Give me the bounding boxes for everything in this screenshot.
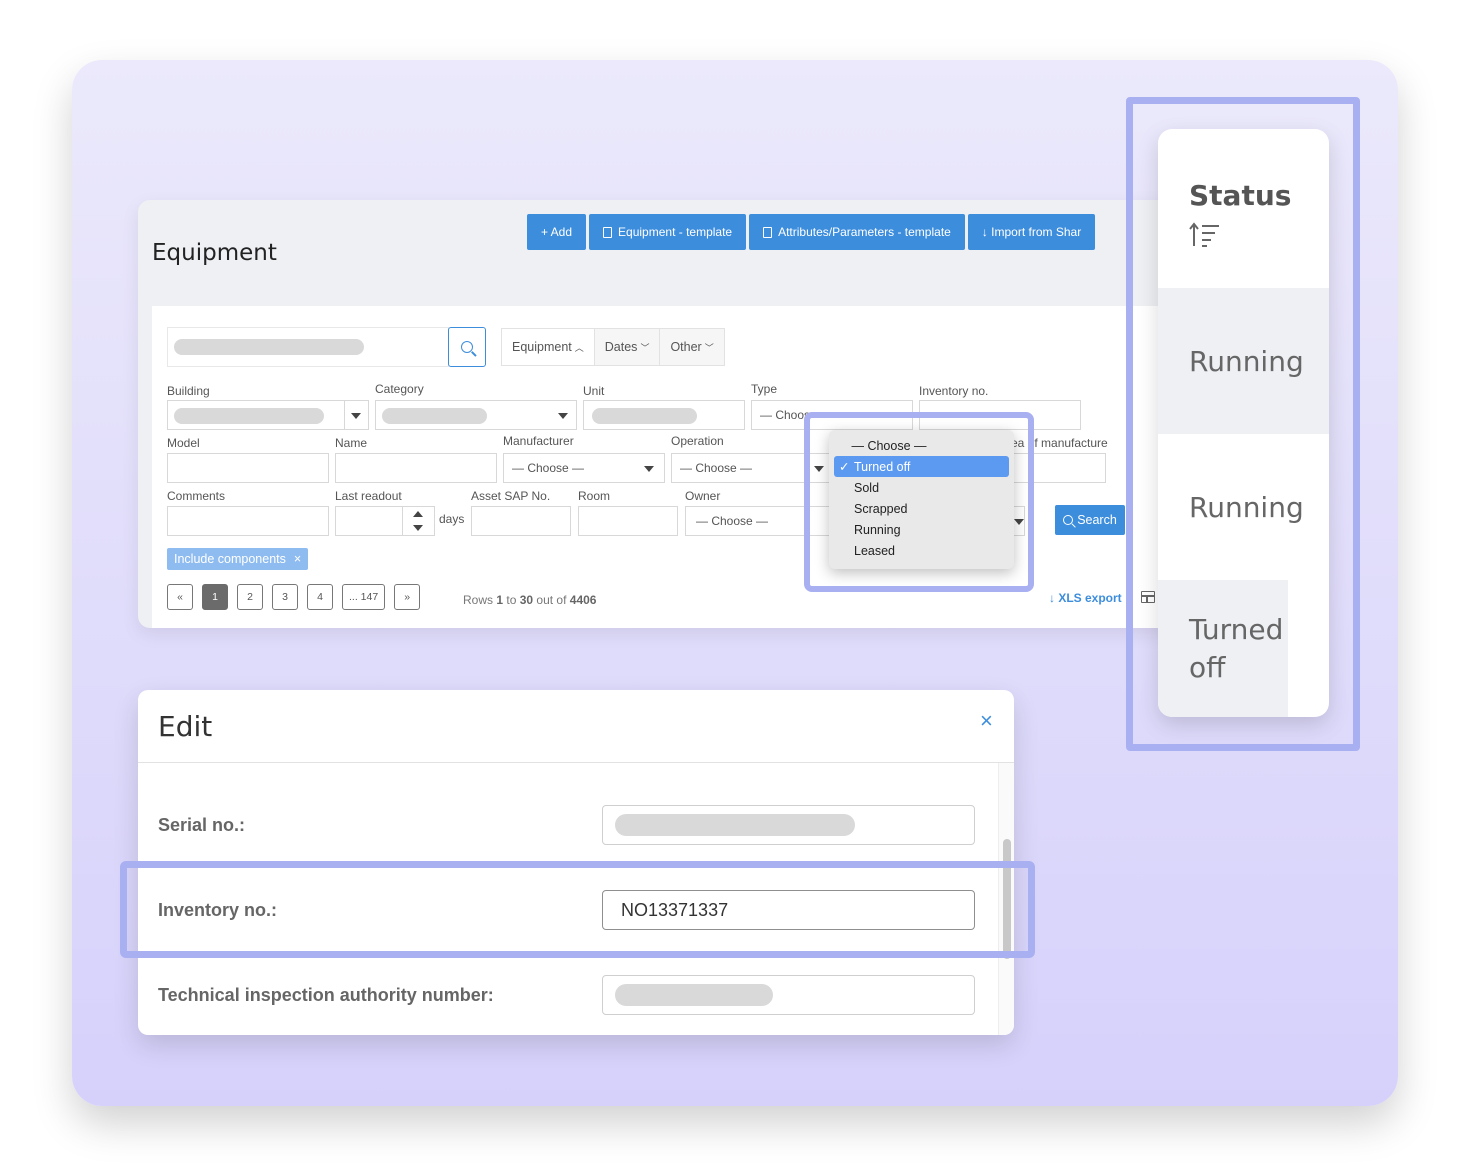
placeholder-bar (382, 408, 487, 424)
attributes-template-button[interactable]: Attributes/Parameters - template (749, 214, 965, 250)
document-icon (763, 226, 773, 238)
caret-down-icon (351, 413, 361, 419)
status-title: Status (1189, 179, 1292, 212)
divider (344, 401, 345, 429)
search-icon (1063, 515, 1074, 525)
page-1[interactable]: 1 (202, 584, 228, 610)
owner-label: Owner (685, 489, 721, 503)
add-button[interactable]: + Add (527, 214, 587, 250)
status-cell: Turned off (1158, 580, 1288, 717)
pagination: « 1 2 3 4 ... 147 » (167, 584, 421, 610)
building-label: Building (167, 384, 210, 398)
checkmark-icon: ✓ (839, 460, 850, 474)
equipment-template-button[interactable]: Equipment - template (589, 214, 747, 250)
filter-tabs: Equipment ︿ Dates ﹀ Other ﹀ (501, 328, 725, 366)
tab-other[interactable]: Other ﹀ (660, 329, 724, 365)
placeholder-bar (592, 408, 697, 424)
name-label: Name (335, 436, 368, 450)
operation-dropdown: — Choose — ✓ Turned off Sold Scrapped Run… (829, 430, 1014, 569)
chevron-up-icon: ︿ (574, 342, 584, 353)
search-icon (461, 341, 473, 353)
document-icon (603, 226, 613, 238)
caret-down-icon (644, 466, 654, 472)
page-next[interactable]: » (394, 584, 421, 610)
chevron-down-icon: ﹀ (640, 342, 650, 353)
import-button[interactable]: ↓ Import from Shar (967, 214, 1096, 250)
equipment-panel: Equipment + Add Equipment - template Att… (138, 200, 1198, 628)
unit-label: Unit (583, 384, 605, 398)
model-input[interactable] (167, 453, 329, 483)
stepper-up-icon[interactable] (413, 511, 423, 517)
showcase-card: Equipment + Add Equipment - template Att… (72, 60, 1398, 1106)
page-first[interactable]: « (167, 584, 193, 610)
room-label: Room (578, 489, 611, 503)
page-last-number[interactable]: ... 147 (342, 584, 386, 610)
unit-input[interactable] (583, 400, 745, 430)
name-input[interactable] (335, 453, 497, 483)
page-title: Equipment (152, 240, 277, 266)
divider (402, 507, 403, 535)
page-3[interactable]: 3 (272, 584, 298, 610)
dropdown-option-scrapped[interactable]: Scrapped (829, 498, 1014, 519)
dropdown-option-sold[interactable]: Sold (829, 477, 1014, 498)
status-column: Status Running Running Turned off (1158, 129, 1329, 717)
close-icon[interactable]: × (980, 708, 993, 734)
chevron-down-icon: ﹀ (704, 342, 714, 353)
inventory-no-label: Inventory no. (919, 384, 989, 398)
asset-sap-input[interactable] (471, 506, 571, 536)
last-readout-input[interactable] (335, 506, 435, 536)
placeholder-bar (615, 814, 855, 836)
category-label: Category (375, 382, 424, 396)
dropdown-option-leased[interactable]: Leased (829, 540, 1014, 561)
stepper-down-icon[interactable] (413, 525, 423, 531)
divider (138, 762, 1014, 763)
sort-ascending-icon[interactable] (1189, 222, 1221, 248)
serial-no-input[interactable] (602, 805, 975, 845)
xls-export-link[interactable]: ↓ XLS export (1049, 591, 1122, 605)
dropdown-option-choose[interactable]: — Choose — (829, 435, 949, 456)
placeholder-bar (174, 408, 324, 424)
include-components-tag[interactable]: Include components × (167, 548, 309, 570)
inventory-highlight (120, 861, 1035, 958)
placeholder-bar (615, 984, 773, 1006)
modal-title: Edit (158, 710, 213, 743)
rows-info: Rows 1 to 30 out of 4406 (463, 593, 597, 607)
building-select[interactable] (167, 400, 369, 430)
comments-label: Comments (167, 489, 226, 503)
tia-number-label: Technical inspection authority number: (158, 985, 494, 1005)
toolbar: + Add Equipment - template Attributes/Pa… (527, 214, 1096, 250)
type-label: Type (751, 382, 778, 396)
dropdown-option-running[interactable]: Running (829, 519, 1014, 540)
status-cell: Running (1158, 434, 1329, 580)
model-label: Model (167, 436, 200, 450)
close-icon[interactable]: × (294, 552, 301, 566)
manufacturer-select[interactable]: — Choose — (503, 453, 665, 483)
serial-no-label: Serial no.: (158, 815, 246, 835)
comments-input[interactable] (167, 506, 329, 536)
manufacturer-label: Manufacturer (503, 434, 574, 448)
filters-area: Equipment ︿ Dates ﹀ Other ﹀ Building Catego… (152, 306, 1198, 628)
caret-down-icon (558, 413, 568, 419)
category-select[interactable] (375, 400, 577, 430)
page-4[interactable]: 4 (307, 584, 333, 610)
tia-number-input[interactable] (602, 975, 975, 1015)
search-button[interactable]: Search (1055, 505, 1125, 535)
tab-equipment[interactable]: Equipment ︿ (502, 329, 595, 365)
asset-sap-label: Asset SAP No. (471, 489, 551, 503)
page-2[interactable]: 2 (237, 584, 263, 610)
placeholder-bar (174, 339, 364, 355)
search-icon-button[interactable] (448, 327, 486, 367)
dropdown-option-turned-off[interactable]: ✓ Turned off (834, 456, 1009, 477)
tab-dates[interactable]: Dates ﹀ (594, 329, 661, 365)
search-input[interactable] (167, 327, 449, 367)
days-label: days (439, 512, 465, 526)
status-cell: Running (1158, 288, 1329, 434)
room-input[interactable] (578, 506, 678, 536)
last-readout-label: Last readout (335, 489, 402, 503)
status-header[interactable]: Status (1158, 129, 1329, 288)
operation-label: Operation (671, 434, 724, 448)
